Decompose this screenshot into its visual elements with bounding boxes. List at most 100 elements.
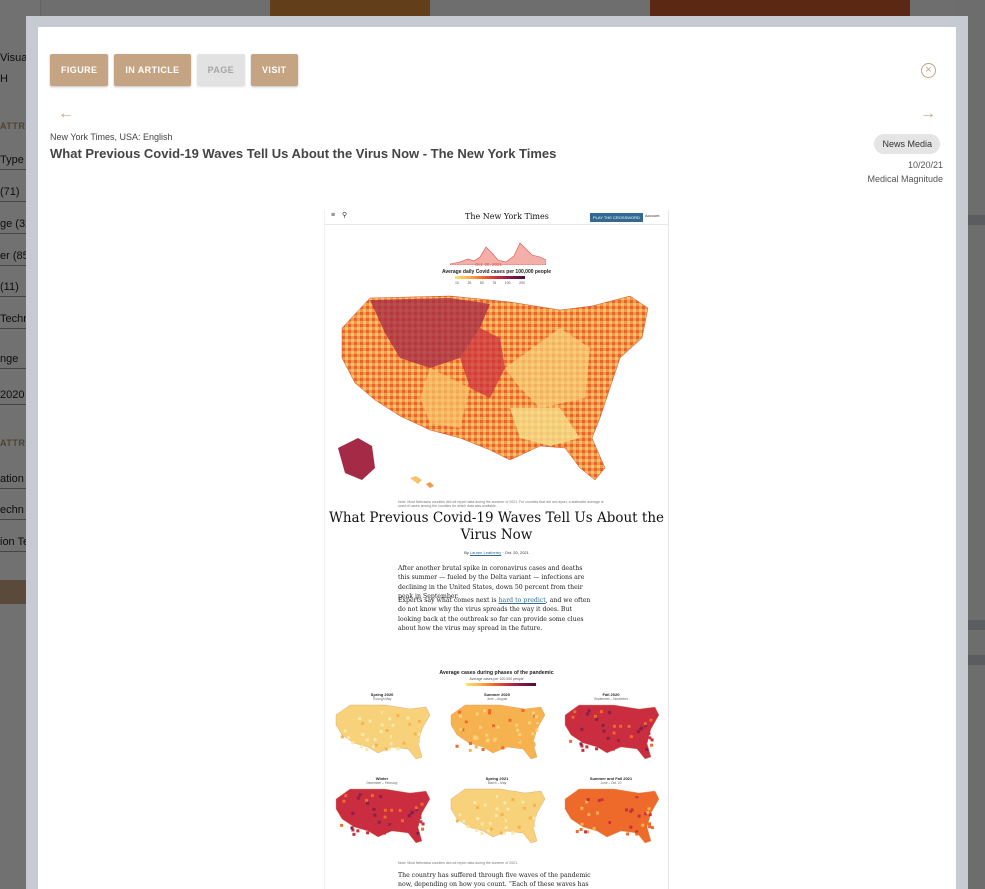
county-cell [573,710,577,714]
county-cell [358,717,362,721]
map-shape [564,788,660,844]
county-cell [595,717,599,721]
county-cell [592,814,596,818]
county-cell [340,735,344,739]
county-cell [415,743,419,747]
county-cell [421,827,425,831]
county-cell [627,813,631,817]
county-cell [497,719,501,723]
county-cell [619,740,623,744]
county-cell [421,794,425,798]
county-cell [646,811,650,815]
tab-in-article[interactable]: IN ARTICLE [114,54,191,86]
county-cell [358,808,362,812]
county-cell [383,831,387,835]
legend-tick: 200 [519,281,525,285]
county-cell [346,721,350,725]
paragraph: Experts say what comes next is hard to p… [398,596,594,633]
county-cell [501,746,505,750]
county-cell [650,826,654,830]
county-cell [348,809,352,813]
county-cell [601,806,605,810]
county-cell [573,728,577,732]
county-cell [379,730,383,734]
county-cell [361,733,365,737]
arrow-right-icon[interactable]: → [920,105,936,123]
arrow-left-icon[interactable]: ← [58,105,74,123]
county-cell [504,826,508,830]
county-cell [410,822,414,826]
tab-figure[interactable]: FIGURE [50,54,109,86]
county-cell [577,812,581,816]
close-circle-icon[interactable]: × [921,63,936,78]
county-cell [351,741,355,745]
county-cell [344,805,348,809]
county-cell [473,801,477,805]
legend-tick: 100 [504,281,511,285]
publish-date: 10/20/21 [907,160,943,170]
county-cell [400,733,404,737]
tab-visit[interactable]: VISIT [251,54,298,86]
county-cell [605,821,609,825]
county-cell [377,820,381,824]
county-cell [635,798,639,802]
county-cell [466,825,470,829]
county-cell [481,748,485,752]
county-cell [532,803,536,807]
county-cell [612,724,616,728]
county-cell [639,738,643,742]
county-cell [350,826,354,830]
county-cell [342,799,346,803]
county-cell [649,718,653,722]
county-cell [365,738,369,742]
county-cell [646,710,650,714]
county-cell [586,817,590,821]
byline-date: · Oct. 20, 2021 [502,550,529,555]
county-cell [509,825,513,829]
section-subtitle: Average cases per 100,000 people [469,677,524,681]
small-map: Summer and Fall 2021 June – Oct. 20 [559,776,663,847]
county-cell [494,744,498,748]
county-cell [351,811,355,815]
cases-sparkline [450,242,546,265]
county-cell [483,709,487,713]
county-cell [479,736,483,740]
legend-tick: 25 [467,281,472,285]
county-cell [569,739,573,743]
county-cell [479,725,483,729]
county-cell [579,742,583,746]
small-map: Summer 2020 June – August [445,692,549,763]
county-cell [531,732,535,736]
county-cell [365,748,369,752]
county-cell [483,803,487,807]
county-cell [476,715,480,719]
county-cell [460,815,464,819]
crossword-button: PLAY THE CROSSWORD [590,213,643,222]
county-cell [364,825,368,829]
county-cell [506,807,510,811]
county-cell [577,725,581,729]
county-cell [373,827,377,831]
county-cell [364,798,368,802]
county-cell [468,748,472,752]
county-cell [585,712,589,716]
county-cell [352,832,356,836]
county-cell [615,741,619,745]
county-cell [379,795,383,799]
county-cell [610,809,614,813]
county-cell [503,801,507,805]
paragraph: The country has suffered through five wa… [398,872,591,889]
county-cell [480,832,484,836]
county-cell [643,722,647,726]
county-cell [483,794,487,798]
county-cell [410,709,414,713]
county-cell [627,724,631,728]
county-cell [402,741,406,745]
county-cell [511,798,515,802]
county-cell [637,814,641,818]
us-cases-map [338,295,649,488]
county-cell [624,722,628,726]
county-cell [342,709,346,713]
county-cell [521,712,525,716]
county-cell [384,747,388,751]
